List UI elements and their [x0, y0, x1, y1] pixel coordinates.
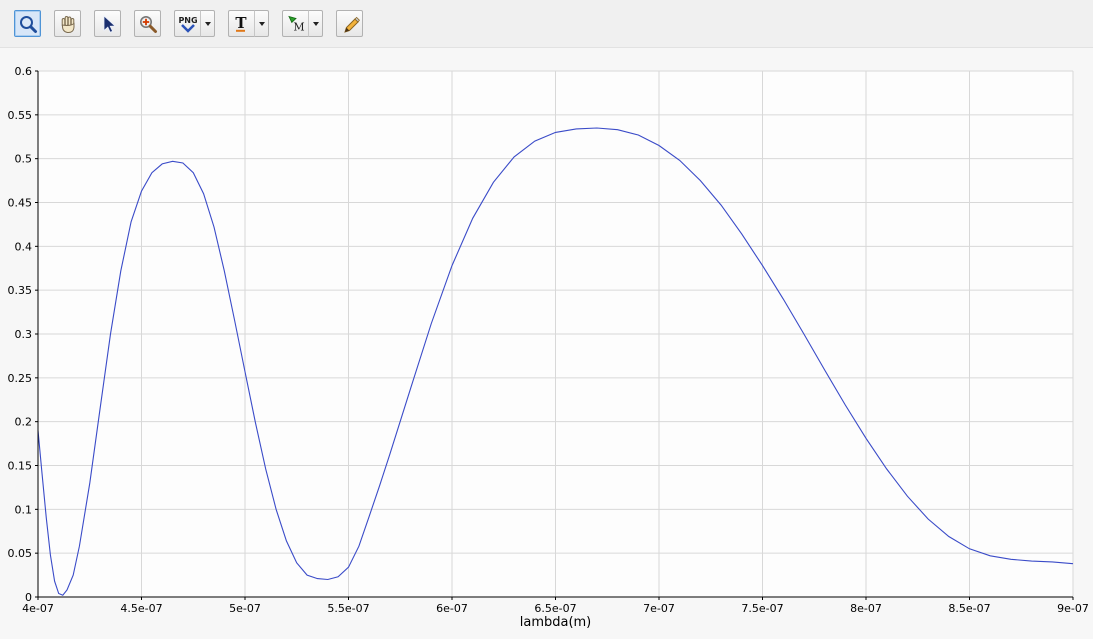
zoom-region-button[interactable] — [134, 10, 161, 37]
svg-text:0.5: 0.5 — [15, 153, 33, 166]
measure-tool-label: M — [293, 20, 304, 33]
svg-text:6e-07: 6e-07 — [436, 602, 468, 615]
png-label: PNG — [178, 16, 197, 25]
chevron-down-icon — [259, 22, 265, 29]
svg-text:lambda(m): lambda(m) — [520, 615, 592, 630]
svg-text:0.3: 0.3 — [15, 328, 33, 341]
text-tool-label: T — [235, 14, 247, 32]
pan-button[interactable] — [54, 10, 81, 37]
svg-text:6.5e-07: 6.5e-07 — [534, 602, 576, 615]
svg-text:0.2: 0.2 — [15, 416, 33, 429]
svg-text:0.1: 0.1 — [15, 503, 33, 516]
text-tool-button[interactable]: T — [228, 10, 255, 37]
edit-button[interactable] — [336, 10, 363, 37]
svg-text:0.25: 0.25 — [8, 372, 33, 385]
svg-text:5e-07: 5e-07 — [229, 602, 261, 615]
svg-text:4.5e-07: 4.5e-07 — [120, 602, 162, 615]
select-button[interactable] — [94, 10, 121, 37]
measure-tool-group: M — [282, 10, 323, 37]
svg-text:0.15: 0.15 — [8, 460, 33, 473]
magnifier-crosshair-icon — [138, 14, 158, 34]
svg-text:8e-07: 8e-07 — [850, 602, 882, 615]
svg-text:0.55: 0.55 — [8, 109, 33, 122]
pencil-icon — [340, 14, 360, 34]
export-png-group: PNG — [174, 10, 215, 37]
plot-canvas[interactable]: 4e-074.5e-075e-075.5e-076e-076.5e-077e-0… — [0, 48, 1093, 639]
svg-text:0.05: 0.05 — [8, 547, 33, 560]
svg-text:0: 0 — [25, 591, 32, 604]
magnifier-icon — [18, 14, 38, 34]
svg-text:9e-07: 9e-07 — [1057, 602, 1089, 615]
png-export-icon: PNG — [177, 14, 199, 34]
svg-text:7e-07: 7e-07 — [643, 602, 675, 615]
measure-tool-icon: M — [286, 14, 306, 34]
svg-text:0.35: 0.35 — [8, 284, 33, 297]
text-tool-group: T — [228, 10, 269, 37]
text-tool-icon: T — [232, 14, 252, 34]
svg-text:5.5e-07: 5.5e-07 — [327, 602, 369, 615]
export-png-dropdown[interactable] — [200, 10, 215, 37]
chevron-down-icon — [313, 22, 319, 29]
text-tool-dropdown[interactable] — [254, 10, 269, 37]
cursor-arrow-icon — [98, 14, 118, 34]
measure-tool-dropdown[interactable] — [308, 10, 323, 37]
toolbar: PNG T M — [0, 0, 1093, 48]
hand-icon — [58, 14, 78, 34]
svg-text:7.5e-07: 7.5e-07 — [741, 602, 783, 615]
export-png-button[interactable]: PNG — [174, 10, 201, 37]
chevron-down-icon — [205, 22, 211, 29]
svg-text:8.5e-07: 8.5e-07 — [948, 602, 990, 615]
measure-tool-button[interactable]: M — [282, 10, 309, 37]
zoom-button[interactable] — [14, 10, 41, 37]
svg-text:0.45: 0.45 — [8, 197, 33, 210]
svg-text:0.6: 0.6 — [15, 65, 33, 78]
chart-panel: 4e-074.5e-075e-075.5e-076e-076.5e-077e-0… — [0, 48, 1093, 639]
svg-text:0.4: 0.4 — [15, 240, 33, 253]
